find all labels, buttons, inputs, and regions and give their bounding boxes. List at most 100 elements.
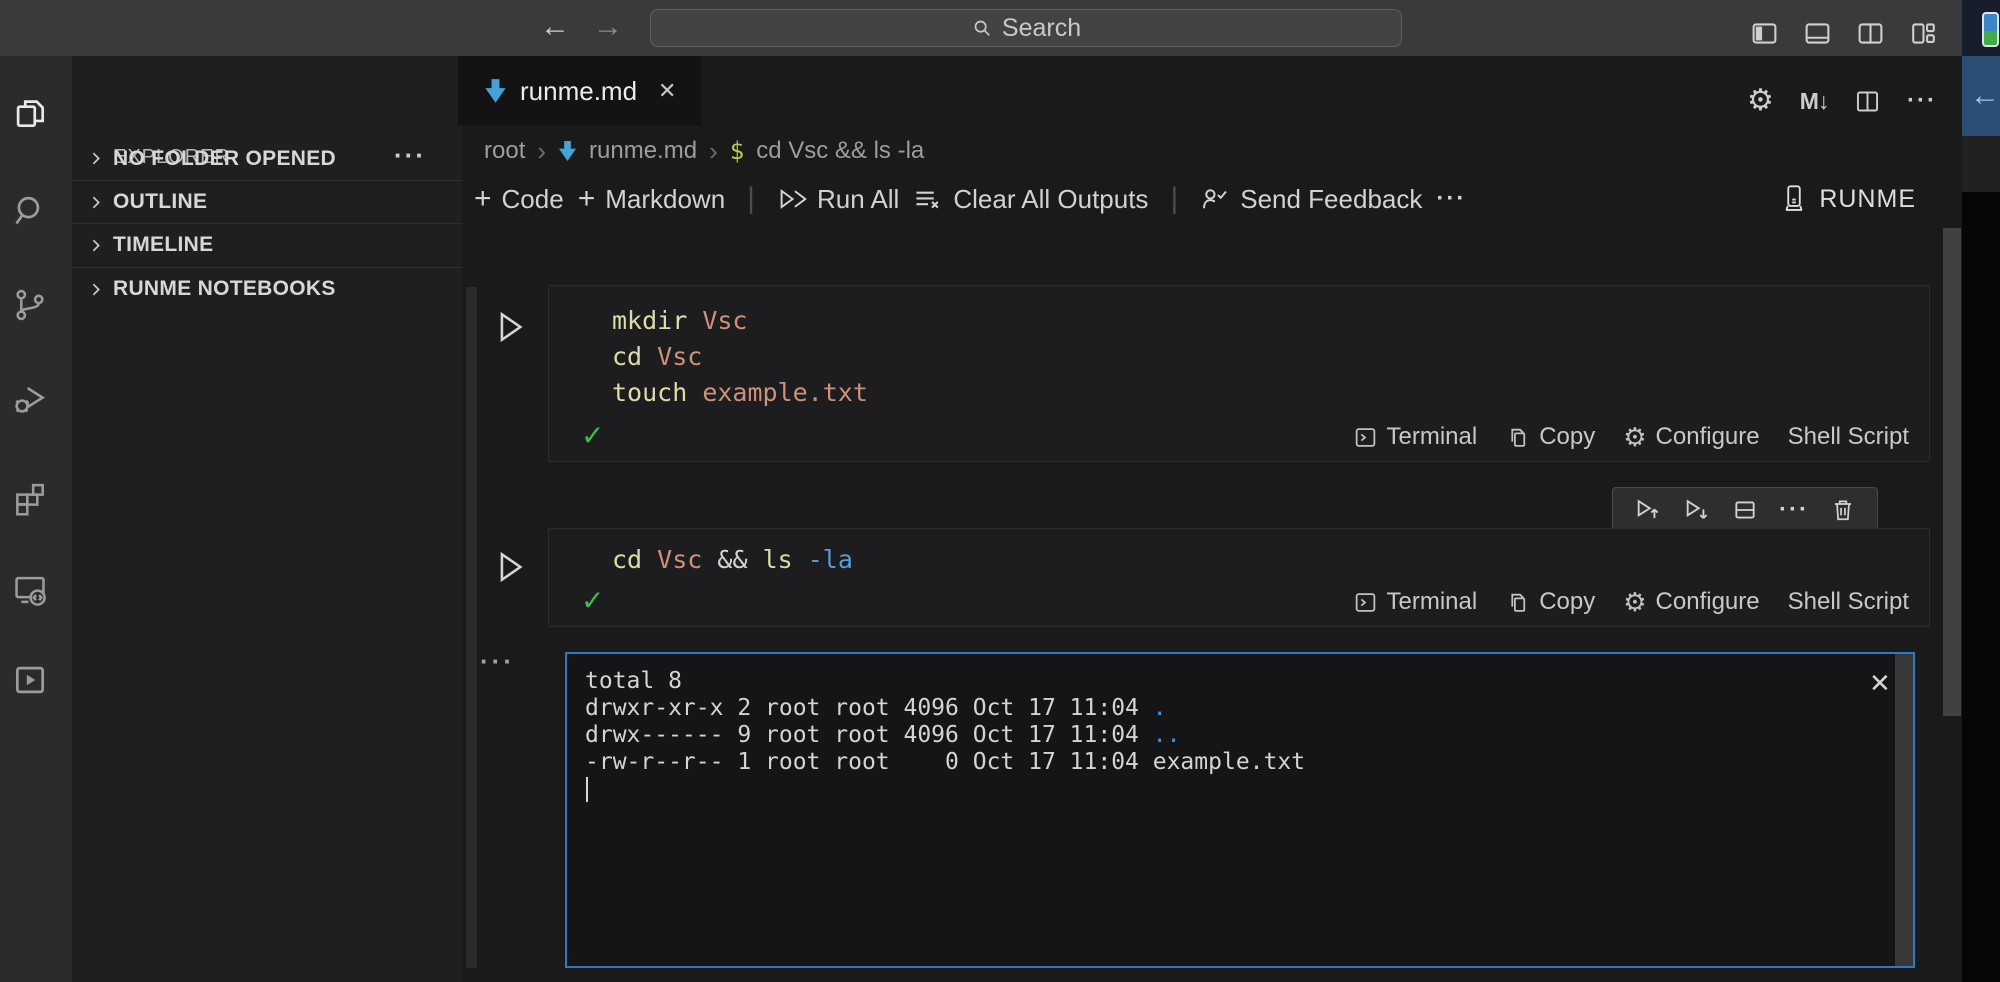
runme-panel-icon[interactable] bbox=[8, 658, 52, 702]
runme-file-icon bbox=[484, 78, 507, 105]
run-all-icon bbox=[777, 184, 807, 214]
runme-logo-icon bbox=[1781, 184, 1807, 214]
toolbar-more-actions-icon[interactable]: ··· bbox=[1436, 185, 1466, 213]
toolbar-divider: | bbox=[1170, 182, 1178, 216]
chevron-right-icon bbox=[87, 194, 104, 211]
editor-title-actions: ⚙ M↓ ··· bbox=[1747, 84, 1937, 118]
section-label: OUTLINE bbox=[113, 190, 207, 214]
configure-label: Configure bbox=[1656, 423, 1760, 451]
cell-actions: Terminal Copy ⚙ Configure Shell Script bbox=[1353, 422, 1910, 452]
run-and-debug-icon[interactable] bbox=[8, 378, 52, 422]
cell-hover-toolbar: ··· bbox=[1612, 487, 1878, 533]
toggle-panel-icon[interactable] bbox=[1803, 19, 1832, 48]
terminal-label: Terminal bbox=[1387, 588, 1478, 616]
gear-icon: ⚙ bbox=[1623, 422, 1646, 452]
cell-output[interactable]: total 8drwxr-xr-x 2 root root 4096 Oct 1… bbox=[565, 652, 1915, 968]
plus-icon: + bbox=[474, 182, 492, 216]
editor-scrollbar[interactable] bbox=[1943, 228, 1961, 716]
remote-explorer-icon[interactable] bbox=[8, 568, 52, 612]
history-back-icon[interactable]: ← bbox=[540, 11, 570, 43]
run-cell-and-above-icon[interactable] bbox=[1634, 496, 1662, 524]
customize-layout-icon[interactable] bbox=[1909, 19, 1938, 48]
sidebar-section-timeline[interactable]: TIMELINE bbox=[72, 223, 462, 266]
breadcrumb-root[interactable]: root bbox=[484, 137, 525, 165]
runme-brand-label: RUNME bbox=[1819, 185, 1916, 214]
add-code-cell-button[interactable]: + Code bbox=[474, 182, 564, 216]
cell-code[interactable]: cd Vsc && ls -la bbox=[612, 542, 853, 578]
terminal-action[interactable]: Terminal bbox=[1353, 423, 1478, 451]
background-window-body bbox=[1962, 192, 2000, 982]
notebook-kernel-gear-icon[interactable]: ⚙ bbox=[1747, 86, 1774, 116]
history-forward-icon[interactable]: → bbox=[593, 11, 623, 43]
explorer-icon[interactable] bbox=[8, 91, 52, 135]
copy-icon bbox=[1505, 590, 1530, 615]
delete-cell-icon[interactable] bbox=[1830, 497, 1856, 523]
chevron-right-icon bbox=[87, 237, 104, 254]
output-scrollbar[interactable] bbox=[1895, 654, 1913, 966]
shell-script-label: Shell Script bbox=[1788, 423, 1909, 451]
clear-all-outputs-button[interactable]: Clear All Outputs bbox=[913, 184, 1148, 215]
cell-status-bar: ✓ Terminal Copy bbox=[549, 422, 1929, 452]
search-sidebar-icon[interactable] bbox=[8, 188, 52, 232]
copy-action[interactable]: Copy bbox=[1505, 423, 1595, 451]
sidebar-section-runme-notebooks[interactable]: RUNME NOTEBOOKS bbox=[72, 267, 462, 310]
output-more-actions-icon[interactable]: ··· bbox=[480, 646, 515, 677]
background-app-icon bbox=[1982, 12, 1999, 47]
search-placeholder: Search bbox=[1002, 14, 1081, 43]
sidebar-section-outline[interactable]: OUTLINE bbox=[72, 180, 462, 223]
split-editor-icon[interactable] bbox=[1854, 88, 1881, 115]
source-control-icon[interactable] bbox=[8, 283, 52, 327]
tab-label: runme.md bbox=[520, 76, 637, 107]
run-cell-button[interactable] bbox=[492, 548, 526, 586]
add-markdown-cell-button[interactable]: + Markdown bbox=[578, 182, 725, 216]
clear-outputs-icon bbox=[913, 184, 943, 214]
terminal-output-text: total 8drwxr-xr-x 2 root root 4096 Oct 1… bbox=[585, 668, 1305, 776]
copy-icon bbox=[1505, 425, 1530, 450]
breadcrumb-file[interactable]: runme.md bbox=[589, 137, 697, 165]
code-cell-2[interactable]: cd Vsc && ls -la ✓ Terminal bbox=[548, 528, 1930, 627]
configure-action[interactable]: ⚙ Configure bbox=[1623, 587, 1759, 617]
notebook-toolbar: + Code + Markdown | Run All Clear All Ou… bbox=[462, 176, 1942, 222]
language-badge[interactable]: Shell Script bbox=[1788, 423, 1909, 451]
sidebar-section-no-folder-opened[interactable]: NO FOLDER OPENED bbox=[72, 137, 462, 180]
open-markdown-preview-icon[interactable]: M↓ bbox=[1800, 88, 1829, 115]
breadcrumb: root › runme.md › $ cd Vsc && ls -la bbox=[462, 126, 1942, 176]
terminal-action[interactable]: Terminal bbox=[1353, 588, 1478, 616]
success-check-icon: ✓ bbox=[581, 422, 604, 450]
toggle-primary-sidebar-icon[interactable] bbox=[1750, 19, 1779, 48]
language-badge[interactable]: Shell Script bbox=[1788, 588, 1909, 616]
cell-code[interactable]: mkdir Vsccd Vsctouch example.txt bbox=[612, 303, 868, 411]
command-center-search[interactable]: Search bbox=[650, 9, 1402, 47]
extensions-icon[interactable] bbox=[8, 475, 52, 519]
code-cell-1[interactable]: mkdir Vsccd Vsctouch example.txt ✓ Termi… bbox=[548, 285, 1930, 462]
breadcrumb-separator-icon: › bbox=[709, 136, 718, 167]
tab-runme-md[interactable]: runme.md ✕ bbox=[458, 56, 702, 126]
run-all-button[interactable]: Run All bbox=[777, 184, 899, 215]
search-icon bbox=[971, 17, 993, 39]
add-code-label: Code bbox=[502, 184, 564, 215]
plus-icon: + bbox=[578, 182, 596, 216]
section-label: RUNME NOTEBOOKS bbox=[113, 277, 336, 301]
success-check-icon: ✓ bbox=[581, 587, 604, 615]
section-label: TIMELINE bbox=[113, 233, 213, 257]
clear-all-outputs-label: Clear All Outputs bbox=[953, 184, 1148, 215]
send-feedback-button[interactable]: Send Feedback bbox=[1200, 184, 1422, 215]
breadcrumb-shell-symbol: $ bbox=[730, 137, 744, 165]
copy-action[interactable]: Copy bbox=[1505, 588, 1595, 616]
output-close-icon[interactable]: ✕ bbox=[1869, 668, 1891, 699]
breadcrumb-command[interactable]: cd Vsc && ls -la bbox=[756, 137, 924, 165]
configure-action[interactable]: ⚙ Configure bbox=[1623, 422, 1759, 452]
run-cell-and-below-icon[interactable] bbox=[1683, 496, 1711, 524]
run-cell-button[interactable] bbox=[492, 308, 526, 346]
editor-more-actions-icon[interactable]: ··· bbox=[1907, 87, 1937, 115]
run-all-label: Run All bbox=[817, 184, 899, 215]
shell-script-label: Shell Script bbox=[1788, 588, 1909, 616]
background-window-band bbox=[1962, 136, 2000, 192]
tab-close-icon[interactable]: ✕ bbox=[658, 78, 676, 104]
breadcrumb-separator-icon: › bbox=[537, 136, 546, 167]
cell-more-actions-icon[interactable]: ··· bbox=[1779, 496, 1809, 524]
split-cell-icon[interactable] bbox=[1732, 497, 1758, 523]
notebook-left-gutter bbox=[466, 287, 477, 968]
toggle-secondary-sidebar-icon[interactable] bbox=[1856, 19, 1885, 48]
runme-file-icon bbox=[558, 140, 577, 163]
